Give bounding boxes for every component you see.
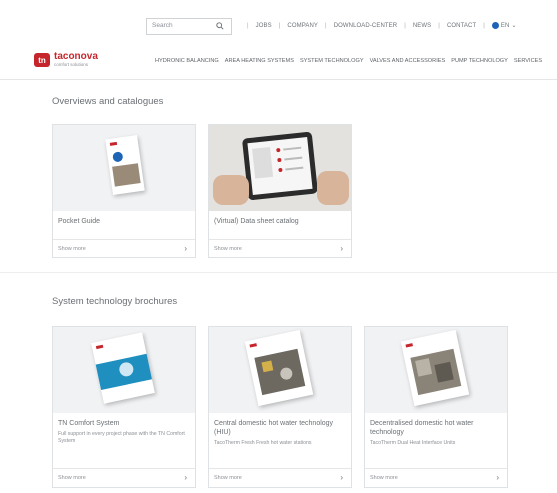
divider: | <box>325 22 327 29</box>
card-title: Decentralised domestic hot water technol… <box>370 420 474 436</box>
chevron-right-icon[interactable]: › <box>496 473 499 482</box>
utility-bar: Search | JOBS | COMPANY | DOWNLOAD-CENTE… <box>0 0 557 44</box>
section-title: Overviews and catalogues <box>52 96 164 107</box>
logo-subtitle: comfort solutions <box>54 62 89 67</box>
card-tn-comfort-system[interactable]: TN Comfort System Full support in every … <box>52 326 196 488</box>
logo-name: taconova <box>54 51 98 62</box>
page: Search | JOBS | COMPANY | DOWNLOAD-CENTE… <box>0 0 557 493</box>
search-icon[interactable] <box>216 22 224 30</box>
utility-links: | JOBS | COMPANY | DOWNLOAD-CENTER | NEW… <box>240 22 517 29</box>
link-download-center[interactable]: DOWNLOAD-CENTER <box>334 23 398 29</box>
card-data-sheet-catalog[interactable]: (Virtual) Data sheet catalog Show more › <box>208 124 352 258</box>
link-company[interactable]: COMPANY <box>287 23 318 29</box>
card-description: Full support in every project phase with… <box>58 431 185 444</box>
chevron-right-icon[interactable]: › <box>340 244 343 253</box>
card-footer[interactable]: Show more › <box>53 239 195 258</box>
globe-icon <box>491 22 499 29</box>
brochure-image <box>400 329 470 407</box>
link-jobs[interactable]: JOBS <box>256 23 272 29</box>
chevron-right-icon[interactable]: › <box>340 473 343 482</box>
card-pocket-guide[interactable]: Pocket Guide Show more › <box>52 124 196 258</box>
logo[interactable]: tn taconova comfort solutions <box>34 52 98 68</box>
show-more-link[interactable]: Show more <box>214 475 242 481</box>
card-title: (Virtual) Data sheet catalog <box>214 218 299 225</box>
nav-pump-technology[interactable]: PUMP TECHNOLOGY <box>451 58 508 64</box>
card-title: TN Comfort System <box>58 420 120 427</box>
show-more-link[interactable]: Show more <box>58 475 86 481</box>
tablet-image <box>241 131 319 201</box>
card-image <box>365 327 507 413</box>
brochure-image <box>244 329 314 407</box>
language-label: EN <box>500 22 510 29</box>
language-selector[interactable]: EN ⌄ <box>491 22 517 29</box>
link-news[interactable]: NEWS <box>413 23 431 29</box>
chevron-down-icon: ⌄ <box>511 23 517 29</box>
search-box[interactable]: Search <box>146 18 232 35</box>
divider: | <box>278 22 281 29</box>
nav-services[interactable]: SERVICES <box>514 58 542 64</box>
divider: | <box>404 22 406 29</box>
brochure-image <box>105 135 145 195</box>
card-image <box>209 327 351 413</box>
card-footer[interactable]: Show more › <box>209 239 351 258</box>
hand-image <box>213 175 249 205</box>
nav-area-heating-systems[interactable]: AREA HEATING SYSTEMS <box>225 58 294 64</box>
link-contact[interactable]: CONTACT <box>447 23 476 29</box>
show-more-link[interactable]: Show more <box>370 475 398 481</box>
logo-mark-icon: tn <box>34 53 50 67</box>
chevron-right-icon[interactable]: › <box>184 244 187 253</box>
nav-hydronic-balancing[interactable]: HYDRONIC BALANCING <box>155 58 219 64</box>
hand-image <box>317 171 349 205</box>
card-title: Pocket Guide <box>58 218 101 225</box>
section-divider <box>0 272 557 273</box>
search-input[interactable]: Search <box>152 22 173 29</box>
card-decentralised-dhw[interactable]: Decentralised domestic hot water technol… <box>364 326 508 488</box>
show-more-link[interactable]: Show more <box>58 246 86 252</box>
chevron-right-icon[interactable]: › <box>184 473 187 482</box>
main-header: tn taconova comfort solutions HYDRONIC B… <box>0 44 557 80</box>
card-central-dhw[interactable]: Central domestic hot water technology (H… <box>208 326 352 488</box>
card-description: TacoTherm Fresh Fresh hot water stations <box>214 440 312 446</box>
divider: | <box>247 22 249 29</box>
nav-valves-accessories[interactable]: VALVES AND ACCESSORIES <box>370 58 446 64</box>
divider: | <box>483 22 485 29</box>
divider: | <box>438 22 440 29</box>
card-image <box>53 327 195 413</box>
section-title: System technology brochures <box>52 296 178 307</box>
nav-system-technology[interactable]: SYSTEM TECHNOLOGY <box>300 58 364 64</box>
brochure-image <box>91 332 155 404</box>
card-footer[interactable]: Show more › <box>53 468 195 487</box>
card-footer[interactable]: Show more › <box>365 468 507 487</box>
card-footer[interactable]: Show more › <box>209 468 351 487</box>
card-image <box>53 125 195 211</box>
card-description: TacoTherm Dual Heat Interface Units <box>370 440 456 446</box>
show-more-link[interactable]: Show more <box>214 246 242 252</box>
card-image <box>209 125 351 211</box>
card-title: Central domestic hot water technology (H… <box>214 420 334 436</box>
main-nav: HYDRONIC BALANCING AREA HEATING SYSTEMS … <box>155 58 548 64</box>
